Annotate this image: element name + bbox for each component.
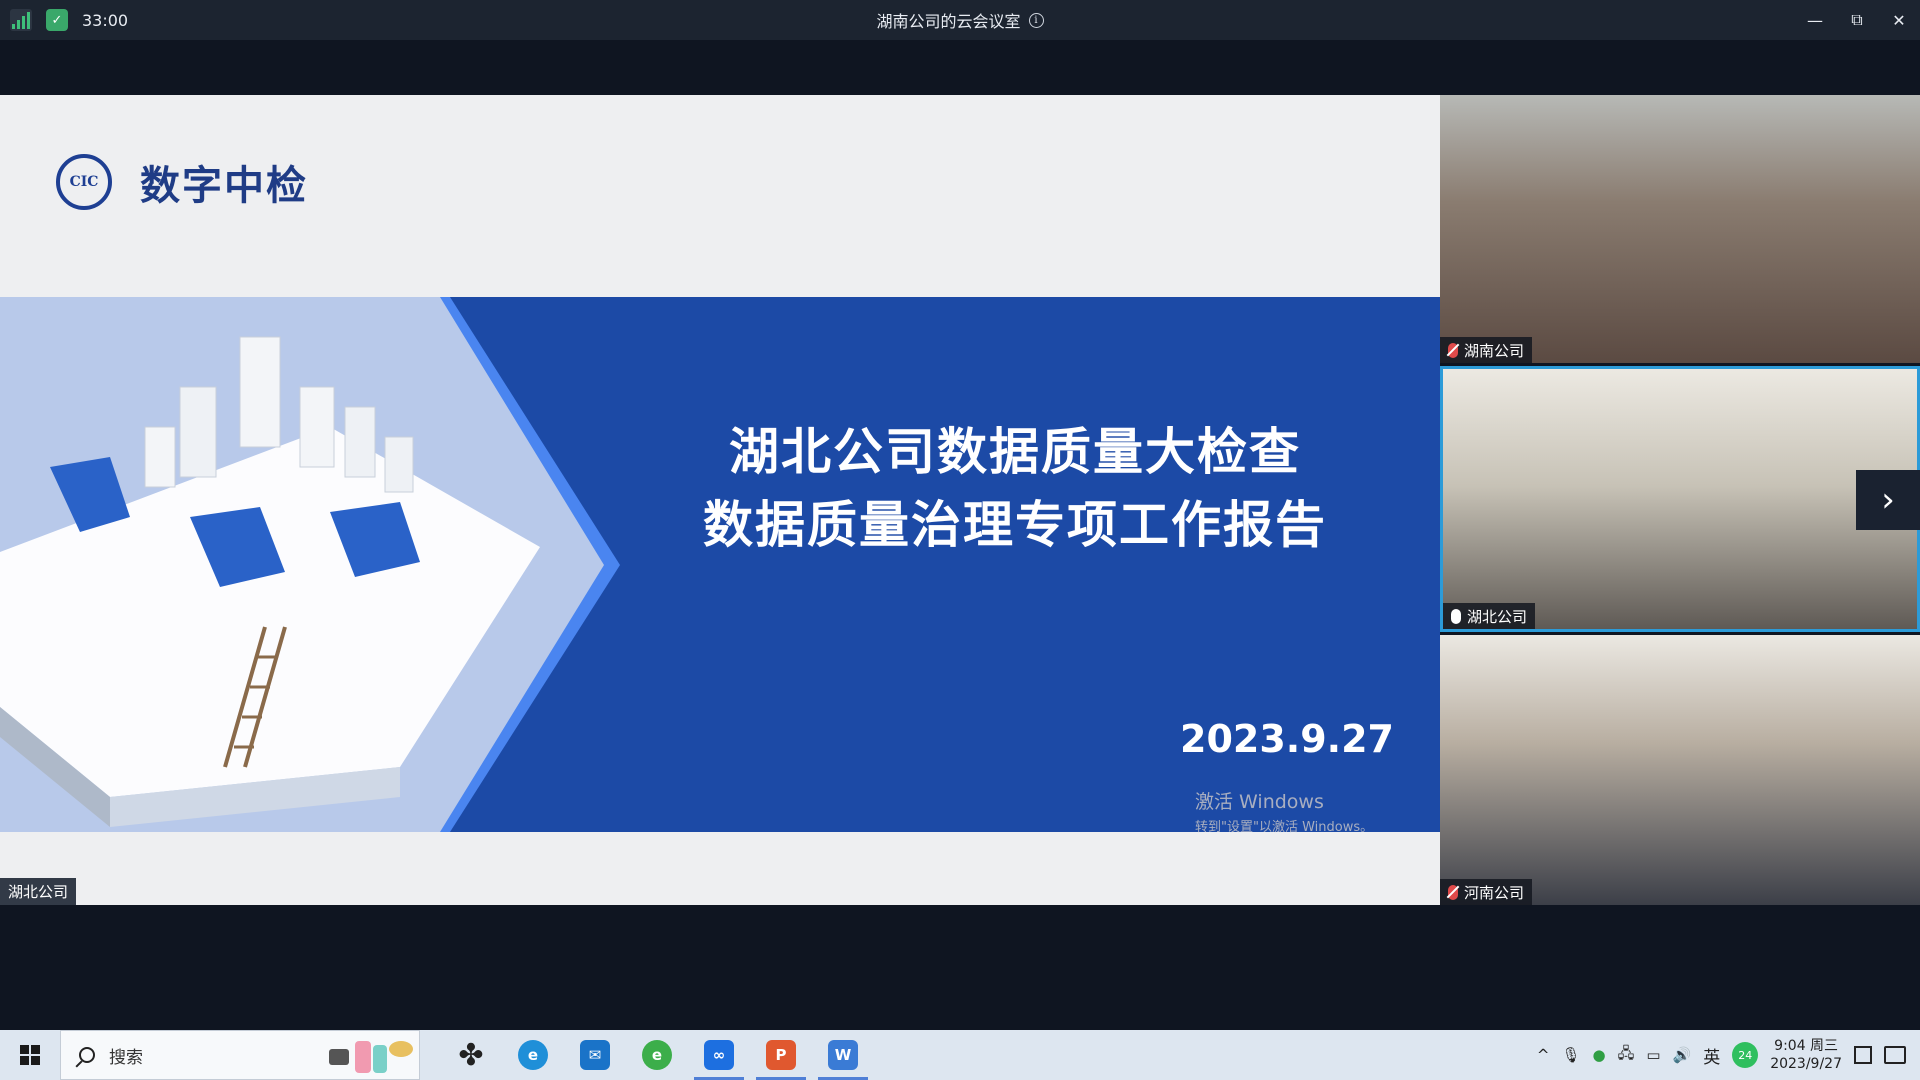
notification-center-icon[interactable]: [1884, 1046, 1906, 1064]
ie-icon: e: [642, 1040, 672, 1070]
watermark-line-1: 激活 Windows: [1195, 791, 1324, 813]
taskbar-search[interactable]: 搜索: [60, 1030, 420, 1080]
meeting-app-button[interactable]: ∞: [688, 1030, 750, 1080]
slide-date: 2023.9.27: [1180, 717, 1394, 761]
search-placeholder: 搜索: [109, 1047, 143, 1068]
ime-indicator[interactable]: 英: [1703, 1043, 1720, 1068]
close-button[interactable]: ✕: [1878, 0, 1920, 40]
video-tile-label: 湖北公司: [1443, 603, 1536, 629]
share-speaker-tag: 湖北公司: [0, 878, 77, 905]
powerpoint-app-button[interactable]: P: [750, 1030, 812, 1080]
show-desktop-icon[interactable]: [1854, 1046, 1872, 1064]
video-tile-label: 河南公司: [1440, 879, 1533, 905]
edge-app-button[interactable]: e: [502, 1030, 564, 1080]
minimize-button[interactable]: —: [1794, 0, 1836, 40]
watermark-line-2: 转到"设置"以激活 Windows。: [1195, 820, 1374, 835]
participant-name: 河南公司: [1464, 883, 1525, 902]
meeting-icon: ∞: [704, 1040, 734, 1070]
clock[interactable]: 9:04 周三 2023/9/27: [1770, 1037, 1842, 1073]
signal-icon[interactable]: [10, 9, 32, 31]
mail-icon: ✉: [580, 1040, 610, 1070]
video-tile-hubei[interactable]: 湖北公司: [1440, 366, 1920, 632]
microphone-icon[interactable]: 🎙: [1561, 1046, 1580, 1064]
network-icon[interactable]: 🖧: [1618, 1043, 1635, 1068]
meeting-timer: 33:00: [82, 10, 129, 30]
battery-icon[interactable]: ▭: [1646, 1046, 1660, 1064]
pinwheel-icon: ✤: [458, 1037, 484, 1073]
meeting-title-bar: ✓ 33:00 湖南公司的云会议室 i — ⧉ ✕: [0, 0, 1920, 40]
restore-button[interactable]: ⧉: [1836, 0, 1878, 40]
shield-tray-icon[interactable]: ●: [1593, 1046, 1606, 1064]
video-tile-henan[interactable]: 河南公司: [1440, 635, 1920, 905]
screen: ✓ 33:00 湖南公司的云会议室 i — ⧉ ✕ CIC 数字中检 湖北公司数…: [0, 0, 1920, 1080]
mic-muted-icon: [1448, 342, 1458, 358]
show-hidden-icons-caret[interactable]: ^: [1537, 1046, 1550, 1064]
mic-muted-icon: [1448, 884, 1458, 900]
volume-icon[interactable]: 🔊: [1673, 1046, 1692, 1064]
city-book-illustration: [0, 297, 620, 832]
wps-app-button[interactable]: W: [812, 1030, 874, 1080]
clock-time: 9:04 周三: [1774, 1038, 1839, 1054]
video-tile-hunan[interactable]: 湖南公司: [1440, 95, 1920, 363]
pinwheel-app-button[interactable]: ✤: [440, 1030, 502, 1080]
wps-icon: W: [828, 1040, 858, 1070]
activation-watermark: 激活 Windows 转到"设置"以激活 Windows。: [1195, 787, 1373, 835]
meeting-title: 湖南公司的云会议室 i: [0, 0, 1920, 40]
mail-app-button[interactable]: ✉: [564, 1030, 626, 1080]
shield-icon[interactable]: ✓: [46, 9, 68, 31]
windows-start-icon[interactable]: [0, 1030, 60, 1080]
info-icon[interactable]: i: [1028, 12, 1044, 28]
taskbar: 搜索 ✤ e ✉ e ∞ P W ^ 🎙 ● 🖧 ▭ 🔊 英 24 9:04 周…: [0, 1030, 1920, 1080]
slide-brand: 数字中检: [140, 163, 308, 209]
slide-title-line-1: 湖北公司数据质量大检查: [729, 423, 1301, 481]
notification-count-badge[interactable]: 24: [1732, 1042, 1759, 1068]
taskbar-apps: ✤ e ✉ e ∞ P W: [440, 1030, 874, 1080]
cic-logo-icon: CIC: [56, 154, 112, 210]
participant-name: 湖南公司: [1464, 341, 1525, 360]
title-bar-left: ✓ 33:00: [10, 0, 128, 40]
powerpoint-icon: P: [766, 1040, 796, 1070]
slide-logo: CIC 数字中检: [56, 153, 308, 211]
participant-name: 湖北公司: [1467, 607, 1528, 626]
next-page-button[interactable]: ›: [1856, 470, 1920, 530]
slide-title-line-2: 数据质量治理专项工作报告: [703, 496, 1327, 554]
meeting-title-text: 湖南公司的云会议室: [876, 12, 1021, 31]
edge-icon: e: [518, 1040, 548, 1070]
slide-title-band: 湖北公司数据质量大检查 数据质量治理专项工作报告 2023.9.27: [0, 297, 1440, 832]
search-highlight-illustration: [329, 1041, 413, 1073]
window-controls: — ⧉ ✕: [1794, 0, 1920, 40]
video-tile-label: 湖南公司: [1440, 337, 1533, 363]
mic-icon: [1451, 608, 1461, 624]
ie-app-button[interactable]: e: [626, 1030, 688, 1080]
shared-screen[interactable]: CIC 数字中检 湖北公司数据质量大检查 数据质量治理专项工作报告 2023.9…: [0, 95, 1440, 905]
system-tray: ^ 🎙 ● 🖧 ▭ 🔊 英 24 9:04 周三 2023/9/27: [1537, 1030, 1920, 1080]
clock-date: 2023/9/27: [1770, 1056, 1842, 1072]
search-icon: [79, 1047, 95, 1063]
